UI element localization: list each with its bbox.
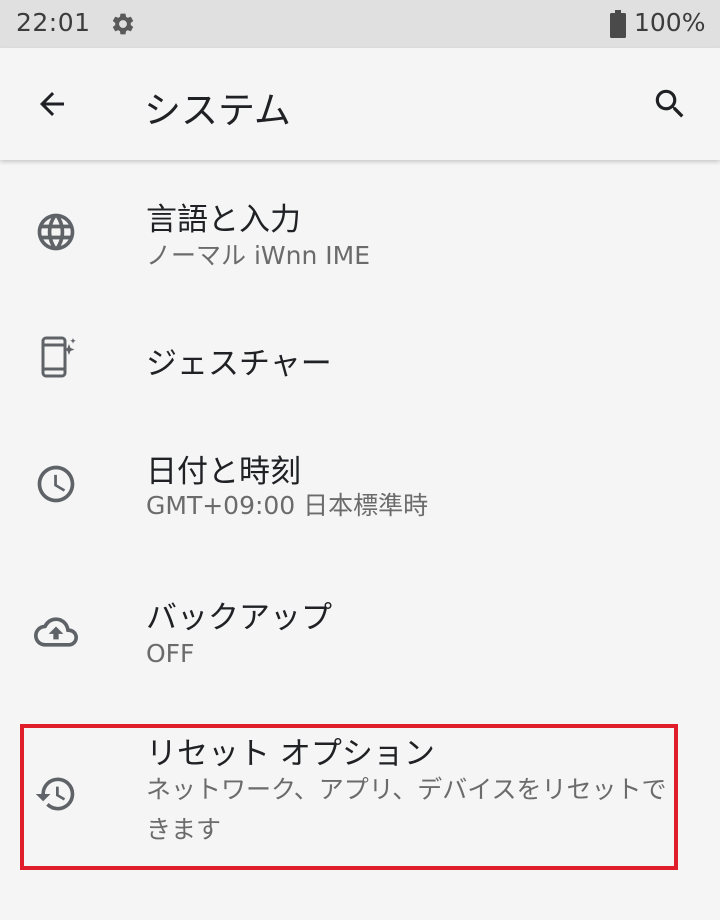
arrow-back-icon	[40, 92, 64, 116]
item-subtitle: GMT+09:00 日本標準時	[146, 491, 429, 520]
app-bar: システム	[0, 48, 720, 160]
item-title: 日付と時刻	[146, 454, 301, 490]
list-item-reset-options[interactable]: リセット オプション ネットワーク、アプリ、デバイスをリセットできます	[0, 728, 720, 878]
item-title: リセット オプション	[146, 736, 435, 772]
list-item-backup[interactable]: バックアップ OFF	[0, 578, 720, 698]
item-subtitle: ネットワーク、アプリ、デバイスをリセットできます	[146, 775, 667, 844]
list-item-date-time[interactable]: 日付と時刻 GMT+09:00 日本標準時	[0, 430, 720, 550]
battery-full-icon	[610, 10, 626, 38]
list-item-gestures[interactable]: ジェスチャー	[0, 310, 720, 410]
item-title: ジェスチャー	[146, 346, 332, 382]
item-subtitle: OFF	[146, 639, 195, 668]
history-icon	[32, 770, 80, 818]
globe-icon	[32, 208, 80, 256]
status-bar: 22:01 100%	[0, 0, 720, 48]
status-time: 22:01	[16, 8, 91, 37]
item-title: バックアップ	[146, 600, 332, 636]
cloud-upload-icon	[32, 608, 80, 656]
list-item-language-input[interactable]: 言語と入力 ノーマル iWnn IME	[0, 180, 720, 300]
item-subtitle: ノーマル iWnn IME	[146, 241, 370, 270]
page-title: システム	[144, 89, 291, 132]
search-button[interactable]	[642, 76, 698, 132]
gear-icon	[110, 11, 136, 37]
gesture-phone-icon	[32, 334, 80, 382]
battery-percentage: 100%	[634, 8, 706, 37]
back-button[interactable]	[24, 76, 80, 132]
search-icon	[655, 89, 684, 118]
item-title: 言語と入力	[146, 202, 301, 238]
clock-icon	[32, 460, 80, 508]
